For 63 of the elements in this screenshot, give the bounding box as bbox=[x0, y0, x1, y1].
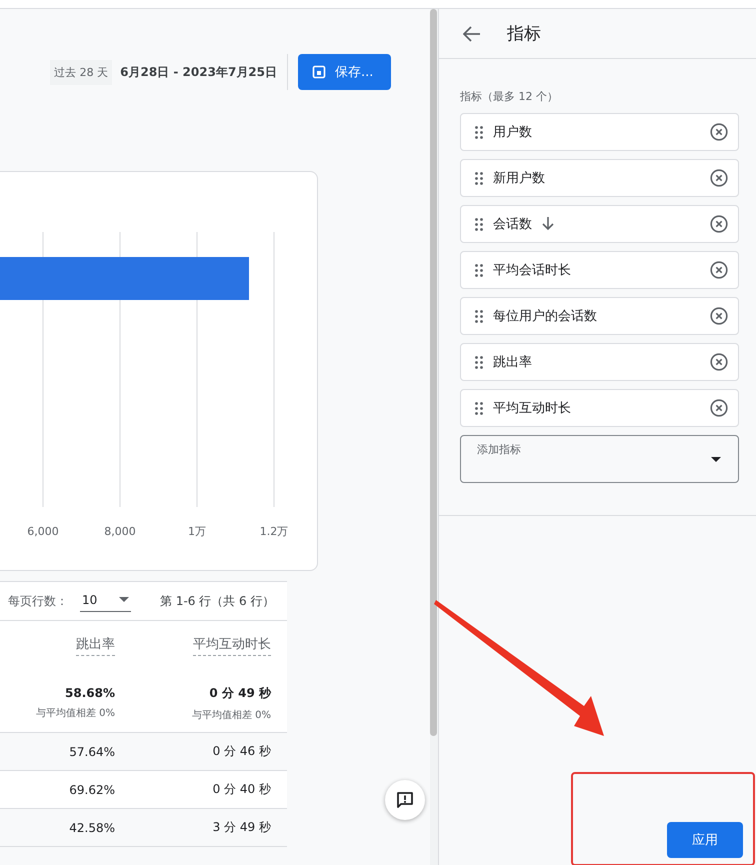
total-value: 58.68% bbox=[65, 686, 115, 700]
drag-handle-icon[interactable] bbox=[475, 126, 483, 138]
metric-name: 用户数 bbox=[493, 124, 532, 141]
table-cell: 3 分 49 秒 bbox=[212, 819, 271, 836]
axis-tick-label: 6,000 bbox=[27, 525, 59, 538]
feedback-icon bbox=[395, 790, 415, 810]
drag-handle-icon[interactable] bbox=[475, 310, 483, 322]
table-cell: 0 分 40 秒 bbox=[212, 781, 271, 798]
remove-icon[interactable] bbox=[710, 261, 728, 279]
total-value: 0 分 49 秒 bbox=[209, 684, 271, 702]
column-header[interactable]: 跳出率 bbox=[76, 635, 115, 656]
metric-chip[interactable]: 跳出率 bbox=[460, 343, 739, 381]
axis-tick-label: 1万 bbox=[188, 525, 206, 538]
drag-handle-icon[interactable] bbox=[475, 264, 483, 276]
apply-button[interactable]: 应用 bbox=[667, 822, 743, 858]
metrics-list-label: 指标（最多 12 个） bbox=[460, 89, 559, 104]
axis-tick-label: 1.2万 bbox=[260, 525, 288, 538]
table-cell: 0 分 46 秒 bbox=[212, 743, 271, 760]
drag-handle-icon[interactable] bbox=[475, 172, 483, 184]
panel-title: 指标 bbox=[507, 23, 541, 45]
drag-handle-icon[interactable] bbox=[475, 356, 483, 368]
metric-name: 跳出率 bbox=[493, 354, 532, 371]
table-cell: 69.62% bbox=[69, 782, 115, 796]
sort-down-arrow-icon[interactable] bbox=[542, 217, 554, 231]
drag-handle-icon[interactable] bbox=[475, 402, 483, 414]
back-arrow-icon bbox=[463, 26, 481, 42]
page-info: 第 1-6 行（共 6 行） bbox=[160, 592, 274, 610]
date-preset-label: 过去 28 天 bbox=[50, 60, 112, 84]
remove-icon[interactable] bbox=[710, 399, 728, 417]
metric-name: 新用户数 bbox=[493, 170, 545, 187]
drag-handle-icon[interactable] bbox=[475, 218, 483, 230]
add-metric-dropdown[interactable]: 添加指标 bbox=[460, 435, 739, 483]
caret-icon bbox=[711, 457, 721, 463]
metric-chip[interactable]: 用户数 bbox=[460, 113, 739, 151]
metric-chip[interactable]: 平均互动时长 bbox=[460, 389, 739, 427]
remove-icon[interactable] bbox=[710, 123, 728, 141]
caret-icon bbox=[119, 596, 129, 602]
rows-per-page-select[interactable]: 10 bbox=[80, 590, 131, 612]
remove-icon[interactable] bbox=[710, 215, 728, 233]
save-icon bbox=[312, 65, 326, 79]
metric-name: 每位用户的会话数 bbox=[493, 308, 597, 325]
column-header[interactable]: 平均互动时长 bbox=[193, 635, 271, 656]
scrollbar-thumb[interactable] bbox=[430, 9, 437, 736]
table-cell: 42.58% bbox=[69, 820, 115, 834]
metric-chip[interactable]: 平均会话时长 bbox=[460, 251, 739, 289]
feedback-button[interactable] bbox=[385, 780, 425, 820]
metric-chip[interactable]: 新用户数 bbox=[460, 159, 739, 197]
total-note: 与平均值相差 0% bbox=[192, 708, 271, 722]
remove-icon[interactable] bbox=[710, 307, 728, 325]
save-button[interactable]: 保存... bbox=[298, 54, 391, 90]
metric-chip[interactable]: 会话数 bbox=[460, 205, 739, 243]
metric-name: 平均会话时长 bbox=[493, 262, 571, 279]
date-range[interactable]: 6月28日 - 2023年7月25日 bbox=[120, 64, 277, 80]
rows-per-page-label: 每页行数： bbox=[8, 592, 68, 610]
remove-icon[interactable] bbox=[710, 353, 728, 371]
table-cell: 57.64% bbox=[69, 744, 115, 758]
back-button[interactable] bbox=[463, 26, 481, 42]
remove-icon[interactable] bbox=[710, 169, 728, 187]
metric-chip[interactable]: 每位用户的会话数 bbox=[460, 297, 739, 335]
total-note: 与平均值相差 0% bbox=[36, 706, 115, 720]
axis-tick-label: 8,000 bbox=[104, 525, 136, 538]
metric-name: 会话数 bbox=[493, 216, 532, 233]
metric-name: 平均互动时长 bbox=[493, 400, 571, 417]
